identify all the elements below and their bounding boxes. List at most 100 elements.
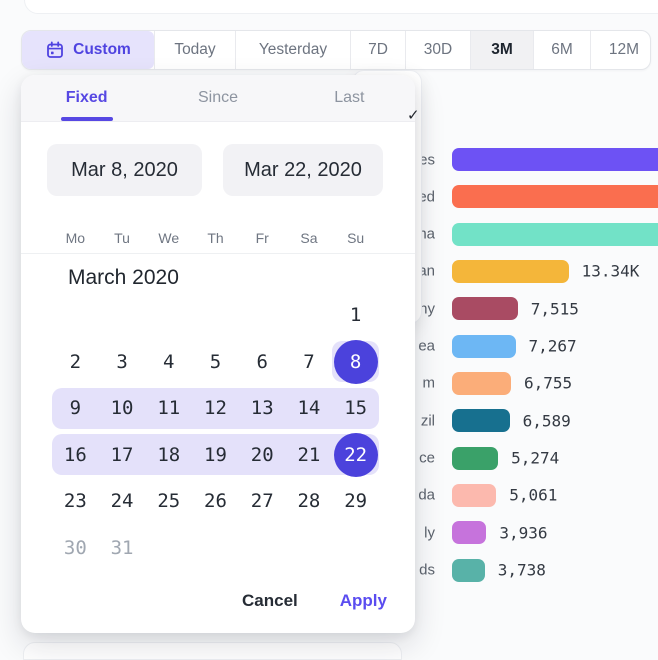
day-4[interactable]: 4 [145,339,192,386]
day-27[interactable]: 27 [239,478,286,525]
calendar-week-row: 30 31 [52,525,379,572]
bar-value: 6,755 [524,374,572,393]
apply-button[interactable]: Apply [338,589,389,613]
bar[interactable] [452,297,518,320]
day-19[interactable]: 19 [192,432,239,479]
range-preset-custom[interactable]: Custom [22,31,154,69]
day-9[interactable]: 9 [52,385,99,432]
day-13[interactable]: 13 [239,385,286,432]
cancel-button[interactable]: Cancel [240,589,300,613]
tab-fixed[interactable]: Fixed [21,75,152,121]
country-label: zil [421,412,435,429]
day-29[interactable]: 29 [332,478,379,525]
start-date-input[interactable]: Mar 8, 2020 [47,144,202,196]
range-preset-12m[interactable]: 12M [590,31,657,69]
day-number: 9 [70,397,81,419]
dow-label: Tu [99,223,146,253]
day-number: 7 [303,351,314,373]
day-empty [239,525,286,572]
dow-label: We [145,223,192,253]
day-number: 6 [256,351,267,373]
day-number: 11 [157,397,180,419]
day-number: 31 [111,537,134,559]
day-31[interactable]: 31 [99,525,146,572]
day-number: 10 [111,397,134,419]
day-5[interactable]: 5 [192,339,239,386]
day-number: 5 [210,351,221,373]
day-23[interactable]: 23 [52,478,99,525]
day-3[interactable]: 3 [99,339,146,386]
dow-label: Th [192,223,239,253]
day-26[interactable]: 26 [192,478,239,525]
day-14[interactable]: 14 [286,385,333,432]
day-number: 15 [344,397,367,419]
date-range-popover: FixedSinceLast Mar 8, 2020 Mar 22, 2020 … [21,75,415,633]
bar[interactable] [452,484,496,507]
day-number: 4 [163,351,174,373]
day-24[interactable]: 24 [99,478,146,525]
day-12[interactable]: 12 [192,385,239,432]
day-2[interactable]: 2 [52,339,99,386]
day-empty [239,292,286,339]
bar[interactable] [452,148,658,171]
day-10[interactable]: 10 [99,385,146,432]
range-preset-label: Custom [73,41,131,59]
day-30[interactable]: 30 [52,525,99,572]
day-6[interactable]: 6 [239,339,286,386]
day-11[interactable]: 11 [145,385,192,432]
day-empty [145,525,192,572]
day-17[interactable]: 17 [99,432,146,479]
bar[interactable] [452,223,658,246]
day-20[interactable]: 20 [239,432,286,479]
month-title: March 2020 [68,266,179,290]
day-21[interactable]: 21 [286,432,333,479]
divider [21,253,415,254]
bar[interactable] [452,185,658,208]
bar[interactable] [452,521,486,544]
day-1[interactable]: 1 [332,292,379,339]
tab-since[interactable]: Since [152,75,283,121]
day-number: 12 [204,397,227,419]
active-tab-underline [61,117,113,121]
bar-value: 5,061 [509,486,557,505]
day-number: 14 [297,397,320,419]
day-25[interactable]: 25 [145,478,192,525]
calendar-icon [45,40,65,60]
bar[interactable] [452,447,498,470]
day-number: 17 [111,444,134,466]
day-8[interactable]: 8 [332,339,379,386]
popover-tabs: FixedSinceLast [21,75,415,122]
day-number: 24 [111,490,134,512]
range-preset-7d[interactable]: 7D [350,31,405,69]
day-empty [99,292,146,339]
day-15[interactable]: 15 [332,385,379,432]
bar[interactable] [452,559,485,582]
day-18[interactable]: 18 [145,432,192,479]
day-empty [192,292,239,339]
end-date-input[interactable]: Mar 22, 2020 [223,144,383,196]
day-28[interactable]: 28 [286,478,333,525]
range-preset-label: 7D [368,41,388,59]
day-22[interactable]: 22 [332,432,379,479]
bar[interactable] [452,372,511,395]
start-date-value: Mar 8, 2020 [71,159,178,182]
day-number: 20 [251,444,274,466]
bar[interactable] [452,409,510,432]
day-empty [286,292,333,339]
bar[interactable] [452,260,569,283]
day-16[interactable]: 16 [52,432,99,479]
calendar-week-row: 16 17 1819 20 2122 [52,432,379,479]
dow-label: Su [332,223,379,253]
range-preset-today[interactable]: Today [154,31,235,69]
range-preset-30d[interactable]: 30D [405,31,470,69]
day-number: 16 [64,444,87,466]
range-preset-6m[interactable]: 6M [533,31,590,69]
range-preset-yesterday[interactable]: Yesterday [235,31,350,69]
range-preset-3m[interactable]: 3M [470,31,533,69]
bar[interactable] [452,335,516,358]
day-7[interactable]: 7 [286,339,333,386]
tab-last[interactable]: Last [284,75,415,121]
country-label: ce [419,450,435,467]
day-number: 28 [297,490,320,512]
day-empty [286,525,333,572]
